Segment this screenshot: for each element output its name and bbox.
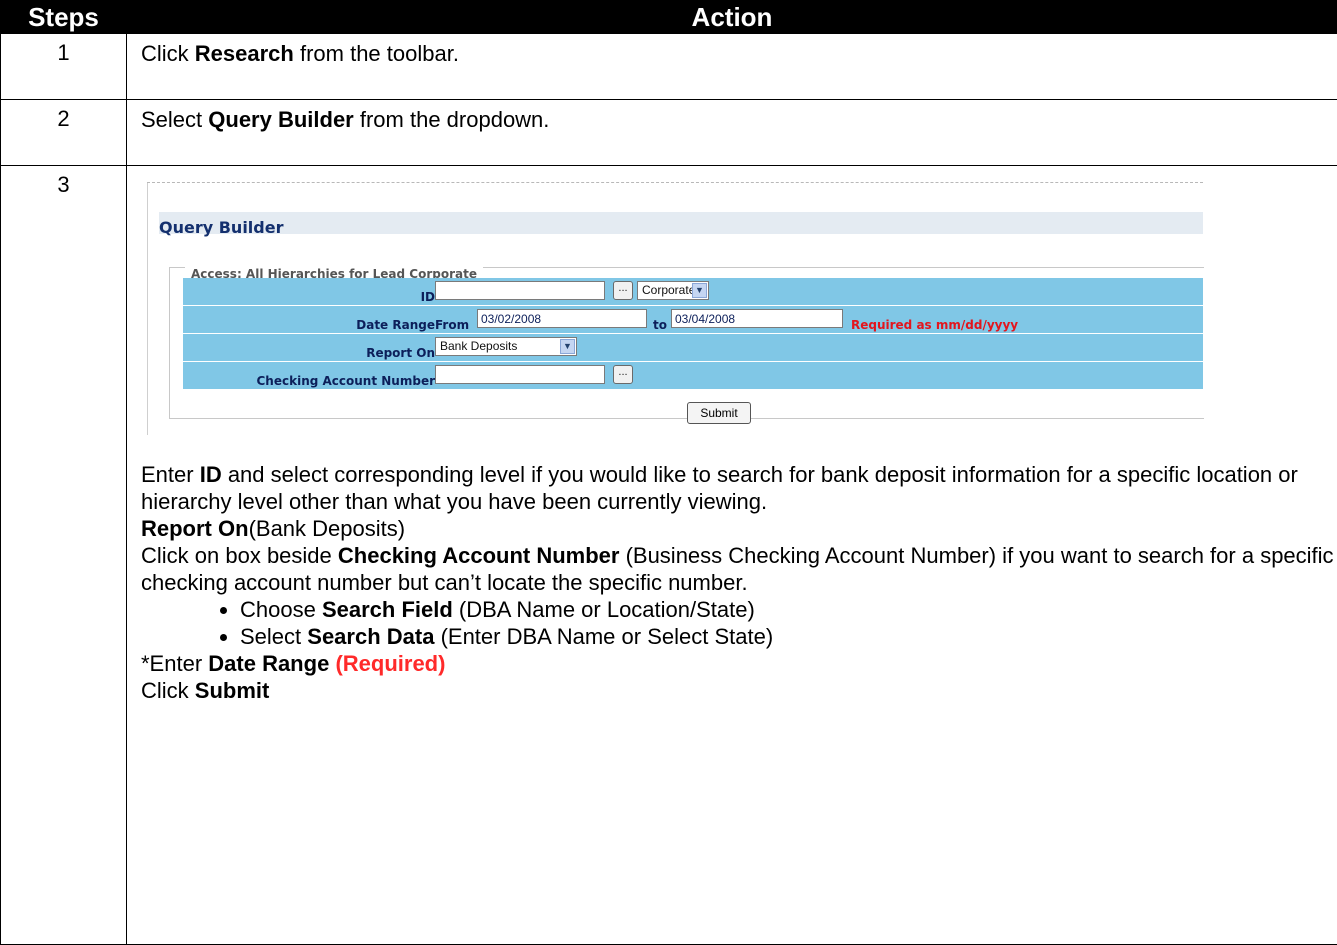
instruction-text: Click on box beside [141, 543, 338, 568]
from-date-input[interactable]: 03/02/2008 [477, 309, 647, 328]
list-item: Select Search Data (Enter DBA Name or Se… [240, 623, 1337, 650]
instruction-text: Select [240, 624, 308, 649]
query-builder-screenshot: Query Builder Access: All Hierarchies fo… [147, 166, 1204, 435]
report-on-row: Report On Bank Deposits ▼ [183, 334, 1203, 362]
checking-account-browse-button[interactable]: ... [613, 365, 633, 384]
instruction-bullets: Choose Search Field (DBA Name or Locatio… [141, 596, 1337, 650]
required-note: (Required) [335, 651, 446, 676]
id-input[interactable] [435, 281, 605, 300]
step-row-3: 3 Query Builder Access: All Hierarchies … [0, 165, 1337, 945]
page-title: Query Builder [159, 218, 284, 237]
date-range-row: Date Range From 03/02/2008 to 03/04/2008… [183, 306, 1203, 334]
instruction-checking: Click on box beside Checking Account Num… [141, 542, 1337, 596]
instruction-text: Click [141, 678, 195, 703]
chevron-down-icon: ▼ [692, 283, 707, 298]
id-browse-button[interactable]: ... [613, 281, 633, 300]
step-number: 1 [0, 33, 127, 100]
step-number: 2 [0, 99, 127, 166]
instruction-bold: Report On [141, 516, 249, 541]
checking-account-input[interactable] [435, 365, 605, 384]
query-builder-header [159, 212, 1203, 234]
steps-header: Steps [0, 0, 127, 34]
instruction-bold: ID [199, 462, 222, 487]
instruction-bold: Submit [194, 678, 270, 703]
to-date-input[interactable]: 03/04/2008 [671, 309, 843, 328]
checking-account-row: Checking Account Number ... [183, 362, 1203, 390]
list-item: Choose Search Field (DBA Name or Locatio… [240, 596, 1337, 623]
action-bold-text: Research [194, 41, 294, 66]
instruction-bold: Date Range [208, 651, 330, 676]
id-row: ID ... Corporate ▼ [183, 278, 1203, 306]
instruction-text: (Enter DBA Name or Select State) [434, 624, 774, 649]
level-select[interactable]: Corporate ▼ [637, 281, 709, 300]
step-number: 3 [0, 165, 127, 945]
instruction-text: *Enter [141, 651, 209, 676]
divider [147, 182, 1203, 183]
action-text: from the toolbar. [293, 41, 459, 66]
level-select-value: Corporate [642, 283, 696, 297]
instruction-text: (DBA Name or Location/State) [452, 597, 755, 622]
instruction-bold: Checking Account Number [337, 543, 620, 568]
checking-account-label: Checking Account Number [256, 374, 436, 388]
action-text: Select [141, 107, 209, 132]
divider [147, 183, 148, 435]
steps-table: Steps Action 1 Click Research from the t… [0, 0, 1337, 945]
action-header: Action [126, 0, 1337, 34]
instruction-text: Choose [240, 597, 322, 622]
action-text: Click [141, 41, 195, 66]
action-bold-text: Query Builder [208, 107, 354, 132]
instruction-submit: Click Submit [141, 677, 1337, 704]
report-on-select[interactable]: Bank Deposits ▼ [435, 337, 577, 356]
instruction-bold: Search Data [307, 624, 435, 649]
instruction-text: (Bank Deposits) [248, 516, 406, 541]
instruction-id: Enter ID and select corresponding level … [141, 461, 1337, 515]
action-text: from the dropdown. [353, 107, 550, 132]
instruction-date-range: *Enter Date Range (Required) [141, 650, 1337, 677]
step-action: Click Research from the toolbar. [126, 33, 1337, 100]
instruction-report-on: Report On(Bank Deposits) [141, 515, 1337, 542]
submit-button[interactable]: Submit [687, 402, 751, 424]
step-action: Query Builder Access: All Hierarchies fo… [126, 165, 1337, 945]
step-row-2: 2 Select Query Builder from the dropdown… [0, 99, 1337, 166]
step-row-1: 1 Click Research from the toolbar. [0, 33, 1337, 100]
instruction-bold: Search Field [321, 597, 453, 622]
instruction-text: and select corresponding level if you wo… [141, 462, 1298, 514]
step-action: Select Query Builder from the dropdown. [126, 99, 1337, 166]
table-header-row: Steps Action [0, 0, 1337, 34]
report-on-select-value: Bank Deposits [440, 339, 518, 353]
chevron-down-icon: ▼ [560, 339, 575, 354]
instruction-text: Enter [141, 462, 200, 487]
